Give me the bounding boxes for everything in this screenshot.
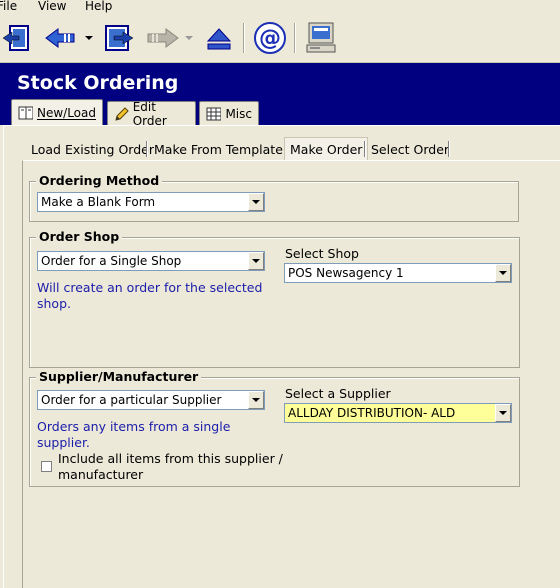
grid-icon: [206, 107, 222, 120]
shop-select[interactable]: POS Newsagency 1: [284, 263, 512, 283]
tab-label: Misc: [225, 106, 252, 121]
subtab-label: Make From Template: [154, 141, 283, 157]
include-all-label-line2: manufacturer: [58, 467, 144, 482]
group-title: Ordering Method: [36, 173, 163, 188]
tab-label: Edit Order: [132, 99, 167, 128]
chevron-down-icon: [252, 259, 260, 263]
import-button[interactable]: [100, 20, 136, 56]
order-shop-hint-line1: Will create an order for the selected: [37, 280, 263, 295]
exit-button[interactable]: [0, 20, 34, 56]
dropdown-button[interactable]: [495, 404, 511, 422]
menu-help[interactable]: Help: [85, 0, 112, 13]
ordering-method-select[interactable]: Make a Blank Form: [37, 192, 265, 212]
tab-label: New/Load: [36, 106, 96, 120]
select-value: Make a Blank Form: [41, 195, 156, 209]
include-all-label-line1: Include all items from this supplier /: [58, 451, 283, 466]
chevron-down-icon: [252, 398, 260, 402]
order-shop-mode-select[interactable]: Order for a Single Shop: [37, 251, 265, 271]
subtab-make-from-template[interactable]: Make From Template: [149, 139, 288, 159]
exit-icon: [2, 25, 29, 51]
computer-icon: [306, 22, 336, 53]
subtab-separator: [146, 141, 148, 157]
forward-button[interactable]: [144, 20, 180, 56]
subtab-label: Select Order: [371, 141, 450, 157]
select-value: ALLDAY DISTRIBUTION- ALD: [288, 406, 456, 420]
forward-history-dropdown[interactable]: [184, 20, 194, 56]
subtab-load-existing-order[interactable]: Load Existing Order: [26, 139, 159, 159]
order-shop-hint-line2: shop.: [37, 296, 71, 311]
select-value: Order for a particular Supplier: [41, 393, 222, 407]
subtab-label: Make Order: [290, 141, 363, 157]
supplier-hint-line2: supplier.: [37, 435, 90, 450]
select-shop-label: Select Shop: [285, 246, 359, 261]
svg-text:@: @: [259, 26, 281, 51]
toolbar-separator: [294, 23, 296, 53]
chevron-down-icon: [499, 271, 507, 275]
dropdown-button[interactable]: [248, 391, 264, 409]
back-icon: [45, 28, 75, 48]
select-value: Order for a Single Shop: [41, 254, 182, 268]
dropdown-button[interactable]: [248, 252, 264, 270]
chevron-down-icon: [499, 411, 507, 415]
chevron-down-icon: [252, 200, 260, 204]
eject-button[interactable]: [202, 20, 236, 56]
chevron-down-icon: [85, 36, 93, 40]
email-icon: @: [254, 22, 286, 54]
dropdown-button[interactable]: [248, 193, 264, 211]
toolbar: @: [0, 14, 560, 63]
subtab-label: Load Existing Order: [31, 141, 154, 157]
tab-misc[interactable]: Misc: [199, 101, 259, 125]
page-title: Stock Ordering: [17, 72, 179, 94]
dropdown-button[interactable]: [495, 264, 511, 282]
menu-file[interactable]: File: [0, 0, 17, 13]
menu-view[interactable]: View: [38, 0, 66, 13]
import-icon: [105, 25, 134, 51]
chevron-down-icon: [185, 36, 193, 40]
tab-edit-order[interactable]: Edit Order: [107, 99, 196, 128]
tab-new-load[interactable]: New/Load: [11, 99, 103, 126]
menu-bar: File View Help: [0, 0, 560, 14]
supplier-mode-select[interactable]: Order for a particular Supplier: [37, 390, 265, 410]
subtab-separator: [448, 141, 450, 157]
computer-button[interactable]: [302, 20, 340, 56]
pencil-icon: [115, 106, 129, 121]
eject-icon: [206, 28, 232, 50]
email-button[interactable]: @: [251, 20, 289, 56]
back-button[interactable]: [44, 20, 78, 56]
supplier-select[interactable]: ALLDAY DISTRIBUTION- ALD: [284, 403, 512, 423]
select-supplier-label: Select a Supplier: [285, 386, 391, 401]
forward-icon: [147, 28, 179, 48]
book-icon: [18, 106, 33, 120]
back-history-dropdown[interactable]: [84, 20, 94, 56]
select-value: POS Newsagency 1: [288, 266, 404, 280]
include-all-items-checkbox[interactable]: [41, 461, 52, 472]
subtab-make-order[interactable]: Make Order: [284, 137, 369, 160]
subtab-select-order[interactable]: Select Order: [366, 139, 454, 159]
toolbar-separator: [243, 23, 245, 53]
group-title: Order Shop: [36, 229, 123, 244]
supplier-hint-line1: Orders any items from a single: [37, 419, 231, 434]
group-title: Supplier/Manufacturer: [36, 369, 202, 384]
